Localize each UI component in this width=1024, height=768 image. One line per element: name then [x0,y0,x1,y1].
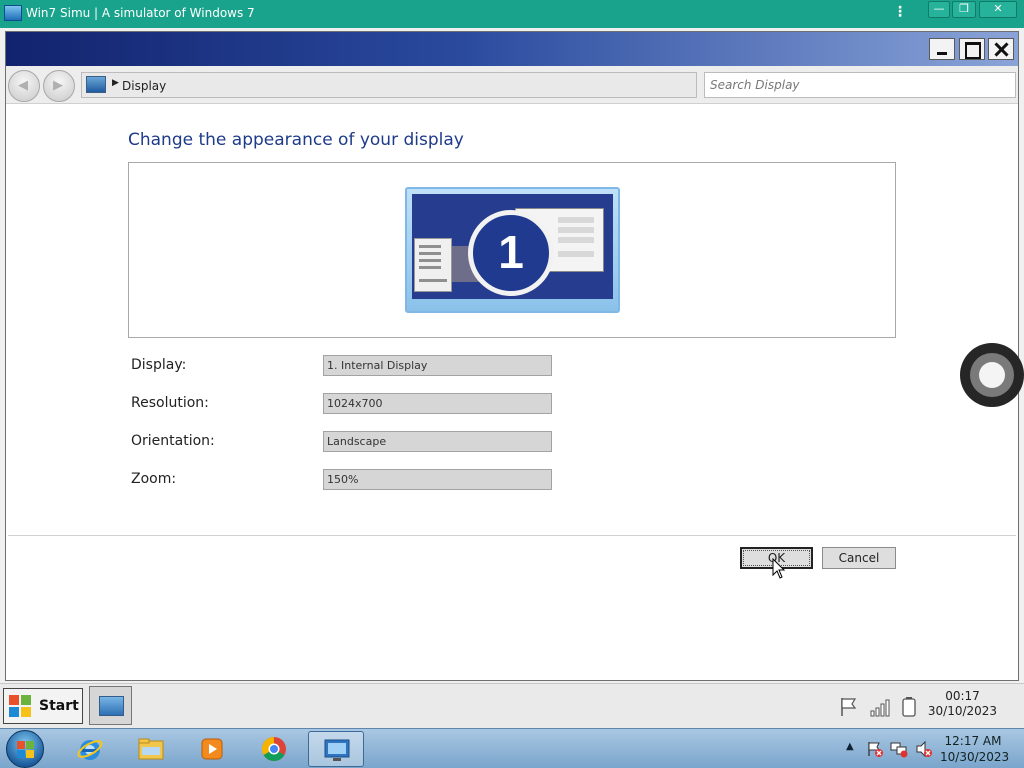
kebab-menu-icon[interactable]: ⋮ [893,4,907,20]
monitor-preview: 1 [128,162,896,338]
app-close-button[interactable]: ✕ [979,1,1017,18]
network-icon[interactable] [890,740,908,758]
search-input[interactable] [704,72,1016,98]
file-explorer-icon [138,738,164,760]
back-button[interactable]: ◀ [8,70,40,102]
mouse-cursor-icon [772,558,786,579]
sim-date: 30/10/2023 [927,704,998,718]
show-hidden-icons-icon[interactable]: ▲ [846,741,854,752]
internet-explorer-icon [77,740,103,760]
breadcrumb-chevron-icon[interactable]: ▶ [112,78,119,88]
monitor-icon[interactable]: 1 [405,187,620,313]
windows-logo-icon [9,695,31,717]
pinned-chrome[interactable] [246,731,302,767]
pinned-internet-explorer[interactable] [62,731,118,767]
pinned-file-explorer[interactable] [123,731,179,767]
host-clock[interactable]: 12:17 AM 10/30/2023 [940,733,1010,765]
battery-icon[interactable] [900,696,918,718]
display-settings-icon [324,739,350,761]
address-bar[interactable]: ▶ Display [81,72,697,98]
app-logo-icon [4,5,22,21]
app-title: Win7 Simu | A simulator of Windows 7 [26,6,255,20]
display-select[interactable]: 1. Internal Display [323,355,552,376]
windows-orb-button[interactable] [6,730,44,768]
display-settings-icon [99,696,124,716]
start-button[interactable]: Start [3,688,83,724]
window-close-button[interactable] [988,38,1014,60]
navigation-bar: ◀ ▶ ▶ Display [6,66,1018,104]
orientation-label: Orientation: [131,433,215,449]
display-label: Display: [131,357,187,373]
simulated-taskbar: Start 00:17 30/10/2023 [0,683,1024,728]
window-minimize-button[interactable] [929,38,955,60]
pinned-media-player[interactable] [184,731,240,767]
control-panel-icon [86,76,106,93]
taskbar-item-display[interactable] [89,686,132,725]
resolution-label: Resolution: [131,395,209,411]
monitor-number-badge: 1 [468,210,554,296]
app-title-bar: Win7 Simu | A simulator of Windows 7 ⋮ —… [0,0,1024,28]
preview-window-left [414,238,452,292]
floating-touch-button[interactable] [960,343,1024,407]
flag-icon[interactable] [838,696,860,718]
media-player-icon [201,738,223,760]
zoom-select[interactable]: 150% [323,469,552,490]
display-window: ◀ ▶ ▶ Display Change the appearance of y… [5,31,1019,681]
host-date: 10/30/2023 [940,750,1010,764]
breadcrumb-display[interactable]: Display [122,79,166,93]
cancel-button[interactable]: Cancel [822,547,896,569]
orientation-select[interactable]: Landscape [323,431,552,452]
host-time: 12:17 AM [944,734,1002,748]
app-minimize-button[interactable]: — [928,1,950,18]
host-tray: ▲ [840,729,940,768]
forward-arrow-icon: ▶ [53,78,63,93]
app-restore-button[interactable]: ❐ [952,1,976,18]
resolution-select[interactable]: 1024x700 [323,393,552,414]
back-arrow-icon: ◀ [18,78,28,93]
page-title: Change the appearance of your display [128,130,464,150]
divider [8,535,1016,536]
forward-button[interactable]: ▶ [43,70,75,102]
chrome-icon [261,737,286,762]
host-taskbar: ▲ 12:17 AM 10/30/2023 [0,728,1024,768]
volume-muted-icon[interactable] [915,740,933,758]
pinned-display-settings[interactable] [308,731,364,767]
monitor-screen: 1 [412,194,613,299]
window-maximize-button[interactable] [959,38,985,60]
sim-clock[interactable]: 00:17 30/10/2023 [925,689,1000,719]
action-center-icon[interactable] [866,740,884,758]
start-label: Start [39,698,79,714]
zoom-label: Zoom: [131,471,177,487]
signal-icon[interactable] [869,696,891,718]
window-title-bar[interactable] [6,32,1018,66]
sim-time: 00:17 [945,689,980,703]
